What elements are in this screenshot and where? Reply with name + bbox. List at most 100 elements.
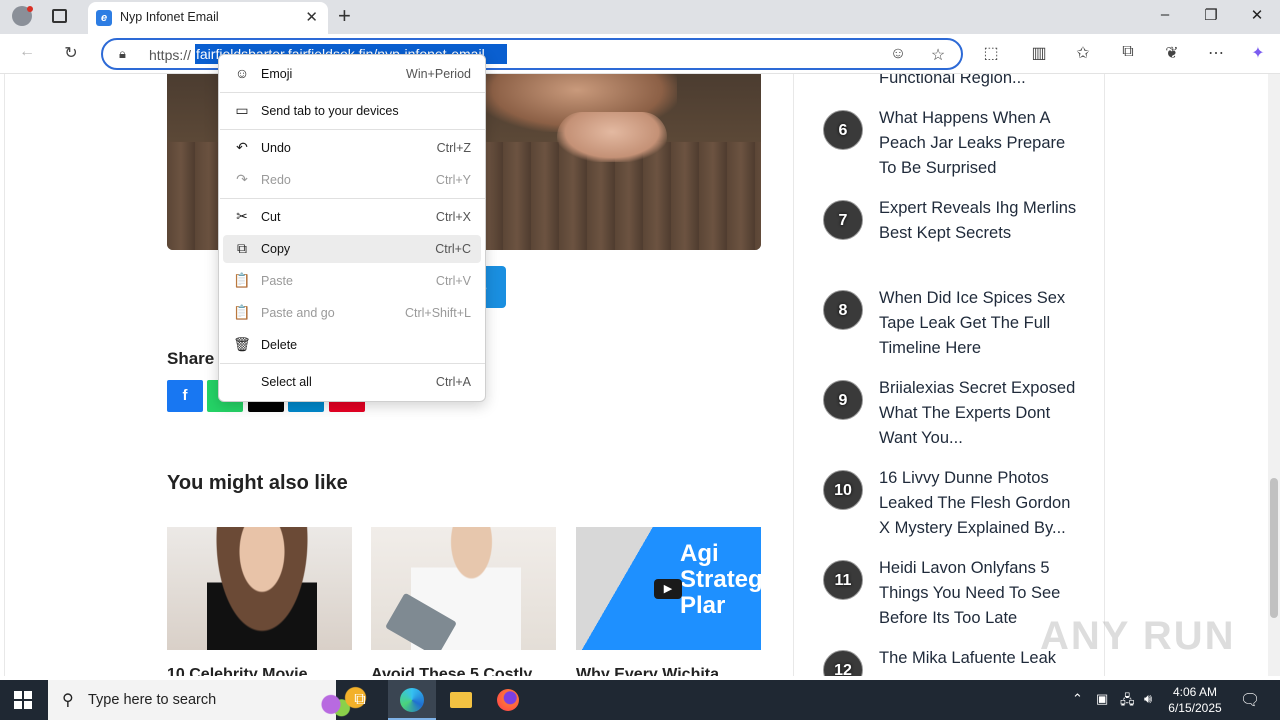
close-window-button[interactable]: ✕ (1242, 6, 1272, 24)
menu-item-shortcut: Ctrl+V (435, 274, 471, 288)
sidebar-rank-badge[interactable]: 10 (823, 470, 863, 510)
taskbar-edge-active[interactable] (388, 680, 436, 720)
sidebar-article-link[interactable]: When Did Ice Spices Sex Tape Leak Get Th… (879, 286, 1079, 361)
menu-item-delete[interactable]: 🗑 Delete (223, 331, 481, 359)
context-menu: ☺ Emoji Win+Period ▭ Send tab to your device… (218, 54, 486, 402)
refresh-icon[interactable]: ↻ (60, 43, 82, 63)
menu-item-paste[interactable]: 📋 Paste Ctrl+V (223, 267, 481, 295)
menu-item-shortcut: Ctrl+X (435, 210, 471, 224)
sidebar-article-link[interactable]: 16 Livvy Dunne Photos Leaked The Flesh G… (879, 466, 1079, 541)
tab-bar: e Nyp Infonet Email ✕ + – ❐ ✕ (0, 0, 1280, 34)
menu-item-copy[interactable]: ⧉ Copy Ctrl+C (223, 235, 481, 263)
menu-item-shortcut: Ctrl+A (435, 375, 471, 389)
copilot-icon[interactable]: ✦ (1247, 43, 1269, 63)
lock-icon[interactable]: 🔒︎ (119, 46, 126, 62)
copy-icon: ⧉ (237, 240, 247, 256)
browser-toolbar: ← ↻ 🔒︎ https:// fairfieldsbarter.fairfie… (0, 34, 1280, 74)
sidebar-article-link[interactable]: Functional Region... (879, 74, 1079, 91)
sidebar-rank-badge[interactable]: 6 (823, 110, 863, 150)
notifications-icon[interactable]: 🗨︎ (1240, 690, 1260, 710)
more-menu-icon[interactable]: ⋯ (1205, 43, 1227, 63)
favorite-star-icon[interactable]: ☆ (927, 45, 949, 65)
menu-separator (220, 363, 485, 364)
menu-item-label: Paste (261, 274, 293, 288)
sidebar-article-link[interactable]: Expert Reveals Ihg Merlins Best Kept Sec… (879, 196, 1079, 246)
volume-icon[interactable]: 🔊︎ (1144, 691, 1152, 707)
sidebar-rank-badge[interactable]: 11 (823, 560, 863, 600)
restore-button[interactable]: ❐ (1196, 6, 1226, 24)
menu-separator (220, 129, 485, 130)
share-facebook-button[interactable]: f (167, 380, 203, 412)
sidebar-rank-badge[interactable]: 9 (823, 380, 863, 420)
sidebar-rank-badge[interactable]: 12 (823, 650, 863, 676)
back-icon[interactable]: ← (16, 43, 38, 61)
sidebar-article-link[interactable]: Briialexias Secret Exposed What The Expe… (879, 376, 1079, 451)
menu-item-cut[interactable]: ✂ Cut Ctrl+X (223, 203, 481, 231)
menu-item-paste-and-go[interactable]: 📋 Paste and go Ctrl+Shift+L (223, 299, 481, 327)
menu-item-undo[interactable]: ↶ Undo Ctrl+Z (223, 134, 481, 162)
web-page: s Share t f✆𝕏➤P You might also like Agi … (0, 74, 1268, 676)
tray-chevron-icon[interactable]: ⌃ (1072, 691, 1083, 707)
taskbar: ⚲ Type here to search ⧉ ⌃ ▣ 🖧 🔊︎ 4:06 AM… (0, 680, 1280, 720)
minimize-button[interactable]: – (1150, 6, 1180, 23)
cut-icon: ✂ (236, 208, 248, 224)
new-tab-icon[interactable]: + (338, 4, 351, 28)
sidebar-rank-badge[interactable]: 8 (823, 290, 863, 330)
paste-icon: 📋 (233, 272, 251, 288)
menu-item-shortcut: Ctrl+C (435, 242, 471, 256)
card-image-2[interactable] (371, 527, 556, 650)
vertical-scrollbar[interactable] (1268, 74, 1280, 676)
network-icon[interactable]: 🖧 (1120, 691, 1135, 713)
menu-item-label: Emoji (261, 67, 293, 81)
read-aloud-icon[interactable]: ☺ (887, 45, 909, 63)
card-image-1[interactable] (167, 527, 352, 650)
tab-actions-icon[interactable] (52, 9, 67, 23)
share-label: Share t (167, 349, 225, 368)
clock-time: 4:06 AM (1172, 685, 1218, 699)
tab-close-icon[interactable]: ✕ (305, 8, 318, 26)
card-title-2[interactable]: Avoid These 5 Costly (371, 666, 561, 676)
menu-item-label: Undo (261, 141, 291, 155)
menu-item-shortcut: Win+Period (406, 67, 471, 81)
file-explorer-icon[interactable] (436, 680, 484, 720)
menu-item-redo[interactable]: ↷ Redo Ctrl+Y (223, 166, 481, 194)
play-video-icon[interactable]: ▶ (654, 579, 682, 599)
clock[interactable]: 4:06 AM 6/15/2025 (1160, 684, 1230, 716)
scrollbar-thumb[interactable] (1270, 478, 1278, 618)
card-image-3[interactable]: Agi Strateg Plar ▶ (576, 527, 761, 650)
performance-icon[interactable]: ❦ (1161, 43, 1183, 63)
split-screen-icon[interactable]: ▥ (1028, 43, 1050, 63)
menu-separator (220, 198, 485, 199)
menu-item-label: Delete (261, 338, 298, 352)
menu-item-label: Paste and go (261, 306, 335, 320)
you-might-also-like-heading: You might also like (167, 472, 348, 494)
search-placeholder: Type here to search (88, 692, 217, 708)
sidebar-article-link[interactable]: What Happens When A Peach Jar Leaks Prep… (879, 106, 1079, 181)
favorites-icon[interactable]: ✩ (1072, 43, 1094, 63)
collections-icon[interactable]: ⧉ (1117, 43, 1139, 61)
tab-title: Nyp Infonet Email (120, 10, 219, 24)
menu-item-select-all[interactable]: Select all Ctrl+A (223, 368, 481, 396)
menu-item-shortcut: Ctrl+Z (436, 141, 471, 155)
menu-separator (220, 92, 485, 93)
card-3-image-text: Agi Strateg Plar (680, 540, 761, 619)
delete-icon: 🗑 (233, 336, 251, 352)
firefox-icon[interactable] (484, 680, 532, 720)
menu-item-emoji[interactable]: ☺ Emoji Win+Period (223, 60, 481, 88)
undo-icon: ↶ (236, 139, 248, 155)
windows-start-icon[interactable] (14, 691, 32, 709)
redo-icon: ↷ (236, 171, 248, 187)
extensions-icon[interactable]: ⬚ (980, 43, 1002, 63)
profile-alert-dot (27, 6, 33, 12)
site-favicon-icon: e (96, 10, 112, 26)
url-prefix: https:// (149, 47, 192, 63)
card-title-3[interactable]: Why Every Wichita (576, 666, 766, 676)
tab-active[interactable]: e Nyp Infonet Email ✕ (88, 2, 328, 34)
menu-item-send-tab-to-your-devices[interactable]: ▭ Send tab to your devices (223, 97, 481, 125)
trending-sidebar: Functional Region... 6 What Happens When A… (795, 74, 1105, 676)
sidebar-rank-badge[interactable]: 7 (823, 200, 863, 240)
card-title-1[interactable]: 10 Celebrity Movie (167, 666, 357, 676)
taskbar-search[interactable]: ⚲ Type here to search (48, 680, 380, 720)
tray-device-icon[interactable]: ▣ (1096, 691, 1108, 707)
task-view-icon[interactable]: ⧉ (336, 680, 384, 720)
